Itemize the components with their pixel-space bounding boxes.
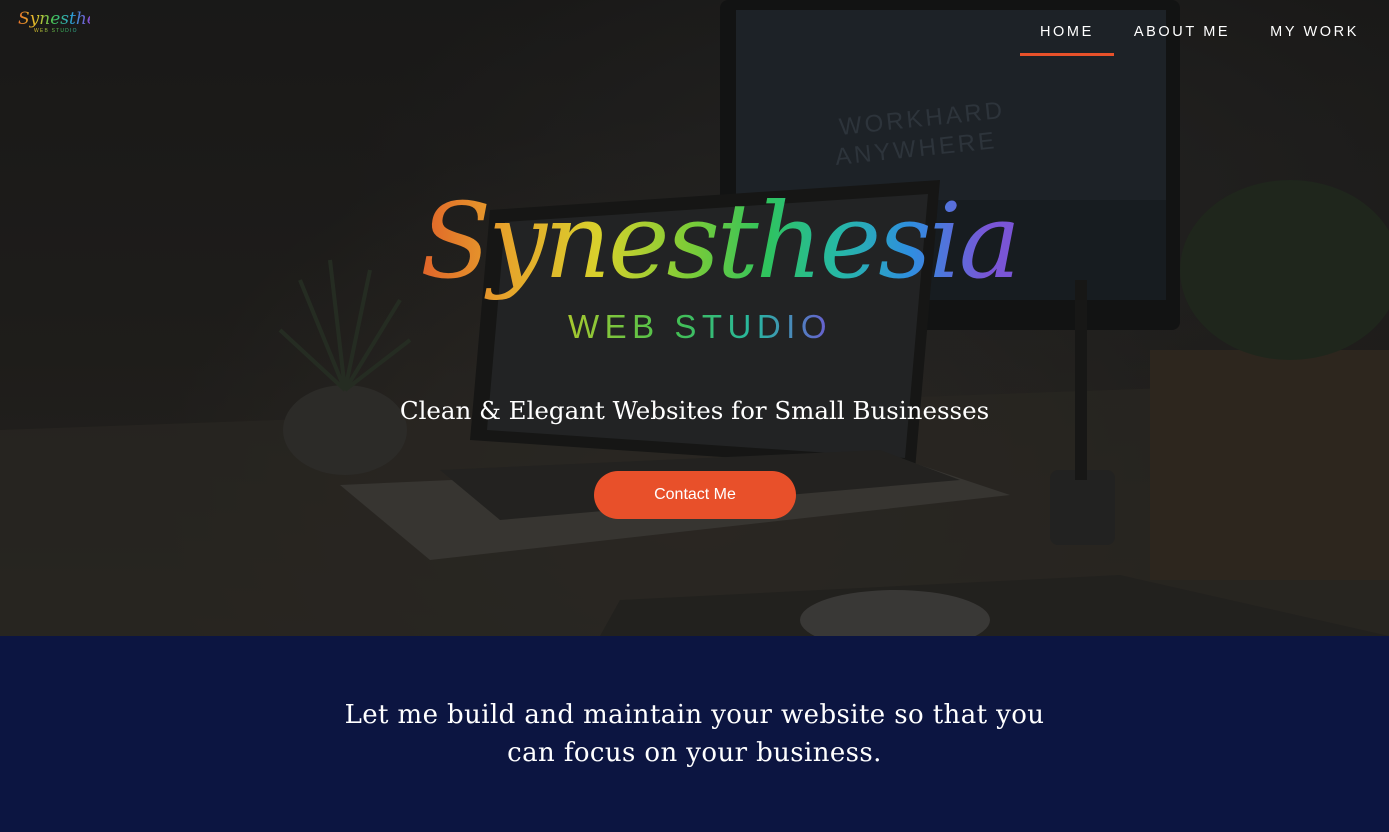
nav-home[interactable]: HOME: [1019, 0, 1114, 56]
hero-section: WORKHARD ANYWHERE Synesthesia WEB STUDIO…: [0, 0, 1389, 636]
contact-me-button[interactable]: Contact Me: [594, 471, 796, 519]
intro-banner-text: Let me build and maintain your website s…: [344, 700, 1045, 768]
nav-my-work[interactable]: MY WORK: [1250, 0, 1389, 56]
header-logo-script: Synesthesia: [18, 9, 122, 29]
nav-about-me[interactable]: ABOUT ME: [1114, 0, 1250, 56]
main-nav: HOME ABOUT ME MY WORK: [1019, 0, 1389, 60]
hero-logo-script: Synesthesia: [420, 176, 1021, 306]
intro-banner: Let me build and maintain your website s…: [0, 636, 1389, 832]
hero-logo: Synesthesia WEB STUDIO: [420, 176, 1021, 366]
header-logo[interactable]: Synesthesia WEB STUDIO: [18, 9, 122, 38]
hero-logo-sub: WEB STUDIO: [567, 308, 832, 345]
hero-tagline: Clean & Elegant Websites for Small Busin…: [399, 396, 990, 425]
